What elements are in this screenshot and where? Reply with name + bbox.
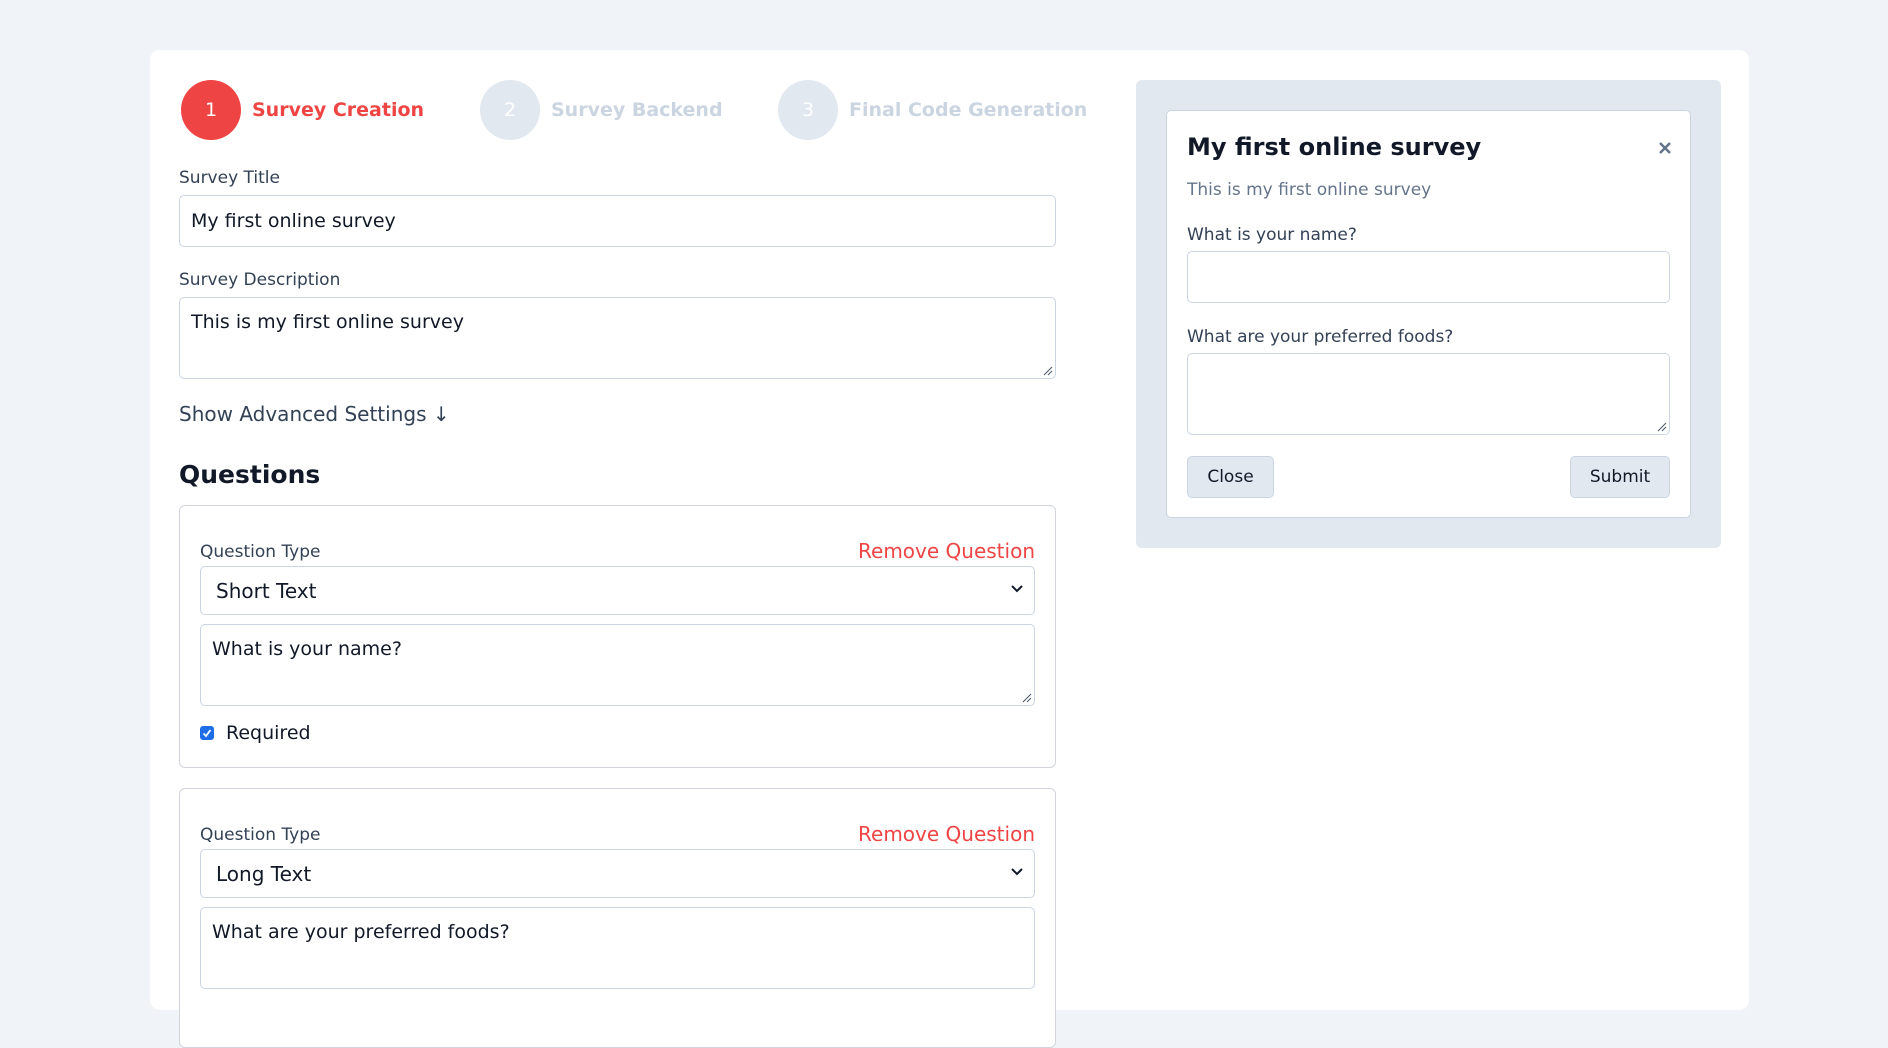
survey-description-value: This is my first online survey — [191, 311, 464, 333]
chevron-down-icon — [1011, 868, 1023, 876]
survey-title-input[interactable]: My first online survey — [179, 195, 1056, 247]
preview-question-label: What is your name? — [1187, 225, 1357, 245]
checkmark-icon — [202, 729, 212, 738]
question-type-value: Short Text — [216, 578, 317, 603]
questions-heading: Questions — [179, 460, 321, 489]
close-button[interactable]: Close — [1187, 456, 1274, 498]
step-number-circle: 1 — [181, 80, 241, 140]
step-label: Survey Backend — [551, 99, 723, 121]
required-label: Required — [226, 722, 311, 744]
step-label: Final Code Generation — [849, 99, 1088, 121]
survey-preview-panel: My first online survey This is my first … — [1136, 80, 1721, 548]
submit-button[interactable]: Submit — [1570, 456, 1670, 498]
resize-handle-icon[interactable] — [1657, 422, 1667, 432]
step-number-circle: 3 — [778, 80, 838, 140]
question-type-value: Long Text — [216, 861, 312, 886]
close-icon[interactable] — [1658, 141, 1672, 155]
survey-title-label: Survey Title — [179, 168, 280, 188]
question-text-textarea[interactable]: What is your name? — [200, 624, 1035, 706]
survey-description-textarea[interactable]: This is my first online survey — [179, 297, 1056, 379]
step-survey-creation[interactable]: 1 Survey Creation — [181, 80, 424, 140]
question-text-textarea[interactable]: What are your preferred foods? — [200, 907, 1035, 989]
preview-title: My first online survey — [1187, 133, 1482, 161]
question-type-select[interactable]: Long Text — [200, 849, 1035, 898]
step-final-code-generation[interactable]: 3 Final Code Generation — [778, 80, 1087, 140]
survey-builder-card: 1 Survey Creation 2 Survey Backend 3 Fin… — [150, 50, 1749, 1048]
resize-handle-icon[interactable] — [1043, 366, 1053, 376]
survey-title-value: My first online survey — [191, 210, 396, 232]
step-number-circle: 2 — [480, 80, 540, 140]
question-type-label: Question Type — [200, 542, 321, 562]
preview-name-input[interactable] — [1187, 251, 1670, 303]
question-type-select[interactable]: Short Text — [200, 566, 1035, 615]
question-card: Question Type Remove Question Short Text… — [179, 505, 1056, 768]
survey-preview-modal: My first online survey This is my first … — [1166, 110, 1691, 518]
preview-question-label: What are your preferred foods? — [1187, 327, 1454, 347]
remove-question-button[interactable]: Remove Question — [858, 822, 1035, 846]
remove-question-button[interactable]: Remove Question — [858, 539, 1035, 563]
question-type-label: Question Type — [200, 825, 321, 845]
chevron-down-icon — [1011, 585, 1023, 593]
question-text-value: What is your name? — [212, 638, 402, 660]
show-advanced-settings-link[interactable]: Show Advanced Settings ↓ — [179, 402, 450, 426]
survey-description-label: Survey Description — [179, 270, 341, 290]
question-text-value: What are your preferred foods? — [212, 921, 510, 943]
preview-description: This is my first online survey — [1187, 180, 1432, 200]
resize-handle-icon[interactable] — [1022, 693, 1032, 703]
required-checkbox-row[interactable]: Required — [200, 722, 311, 744]
question-card: Question Type Remove Question Long Text … — [179, 788, 1056, 1048]
step-label: Survey Creation — [252, 99, 425, 121]
required-checkbox[interactable] — [200, 726, 214, 740]
step-survey-backend[interactable]: 2 Survey Backend — [480, 80, 723, 140]
preview-foods-textarea[interactable] — [1187, 353, 1670, 435]
